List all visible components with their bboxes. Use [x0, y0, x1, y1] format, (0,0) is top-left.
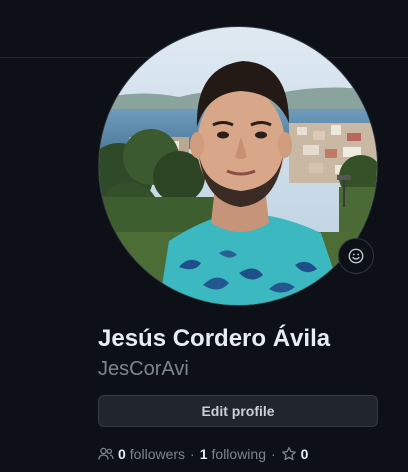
avatar[interactable]: [98, 26, 378, 306]
profile-full-name: Jesús Cordero Ávila: [98, 325, 331, 352]
set-status-button[interactable]: [338, 238, 374, 274]
profile-page: Jesús Cordero Ávila JesCorAvi Edit profi…: [0, 0, 408, 472]
separator: ·: [190, 446, 195, 462]
following-label: following: [211, 446, 266, 462]
following-count: 1: [199, 446, 208, 462]
followers-label: followers: [129, 446, 186, 462]
followers-count: 0: [118, 446, 126, 462]
follow-stats: 0 followers · 1 following · 0: [98, 445, 312, 463]
avatar-container: [98, 26, 378, 306]
profile-username: JesCorAvi: [98, 358, 189, 380]
stars-link[interactable]: 0: [281, 446, 313, 462]
smiley-icon: [348, 248, 364, 264]
following-link[interactable]: 1 following: [200, 446, 266, 462]
stars-count: 0: [300, 446, 309, 462]
avatar-photo: [99, 27, 377, 305]
followers-link[interactable]: 0 followers: [98, 446, 185, 462]
edit-profile-button[interactable]: Edit profile: [98, 395, 378, 427]
people-icon: [98, 446, 114, 462]
star-icon: [281, 446, 297, 462]
separator: ·: [271, 446, 276, 462]
